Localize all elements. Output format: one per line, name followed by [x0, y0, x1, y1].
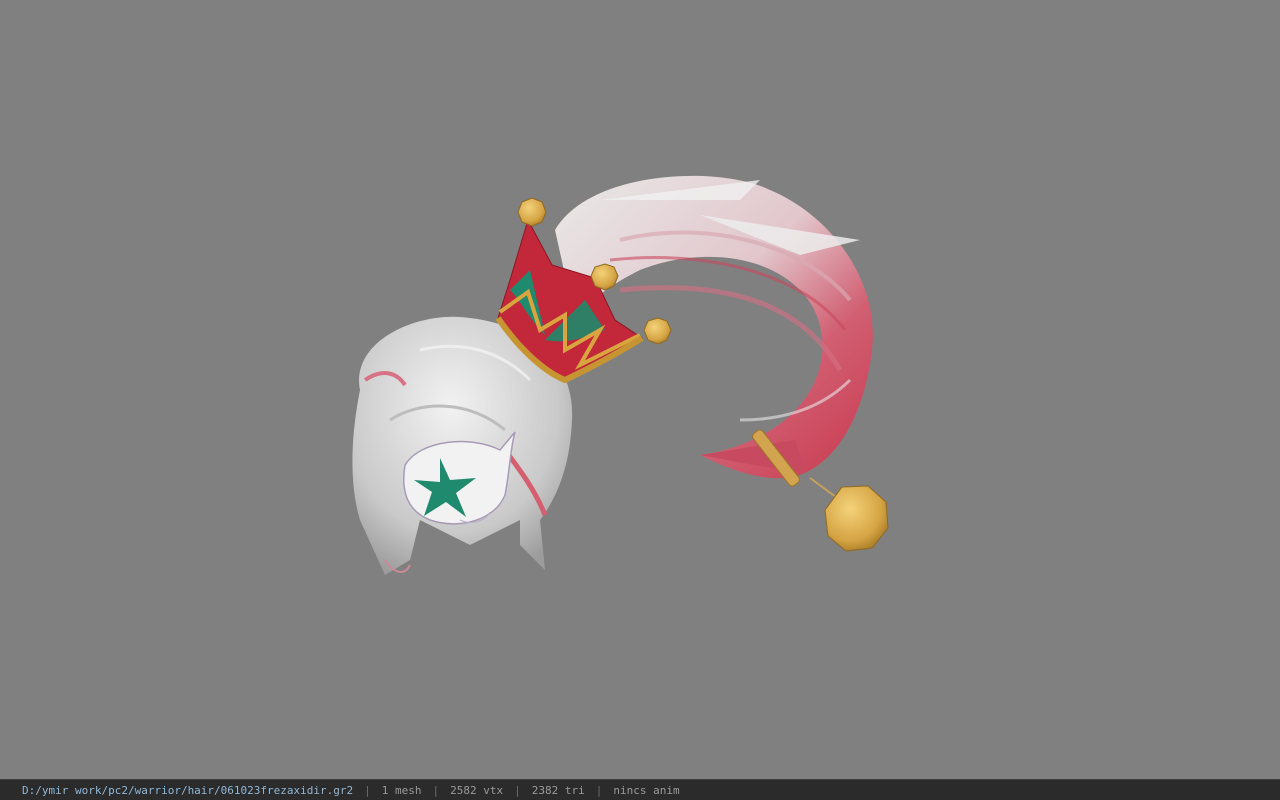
- mesh-count: 1 mesh: [381, 783, 422, 797]
- model-file-path: D:/ymir work/pc2/warrior/hair/061023frez…: [22, 783, 354, 797]
- 3d-viewport[interactable]: [0, 0, 1280, 779]
- animation-status: nincs anim: [613, 783, 680, 797]
- triangle-count: 2382 tri: [531, 783, 585, 797]
- status-separator: |: [595, 783, 603, 797]
- crown-bell-right: [643, 317, 672, 345]
- model-render[interactable]: [0, 0, 1280, 779]
- status-separator: |: [514, 783, 521, 797]
- status-separator: |: [432, 783, 440, 797]
- crown-bell-top: [517, 197, 547, 227]
- crown-bell-middle: [590, 263, 619, 291]
- status-bar: D:/ymir work/pc2/warrior/hair/061023frez…: [0, 779, 1280, 800]
- status-separator: |: [364, 783, 371, 797]
- vertex-count: 2582 vtx: [450, 783, 504, 797]
